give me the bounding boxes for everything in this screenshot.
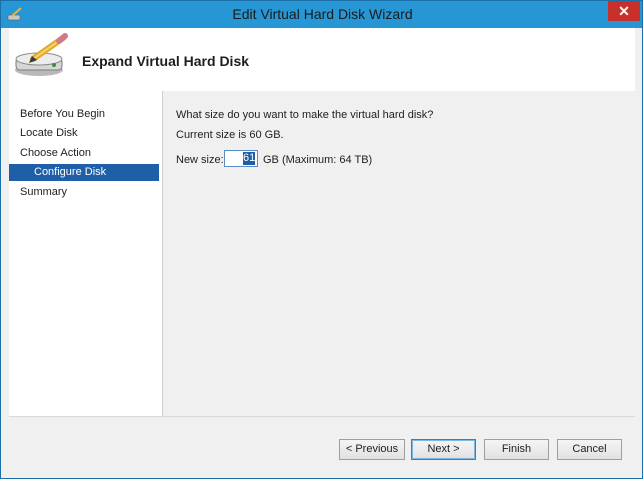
nav-item-summary[interactable]: Summary — [9, 184, 159, 201]
nav-item-label: Locate Disk — [20, 127, 78, 139]
window-title: Edit Virtual Hard Disk Wizard — [232, 6, 413, 22]
cancel-button[interactable]: Cancel — [557, 439, 622, 460]
nav-item-label: Configure Disk — [34, 166, 107, 178]
new-size-unit: GB (Maximum: 64 TB) — [263, 154, 373, 166]
nav-item-configure-disk[interactable]: Configure Disk — [9, 164, 159, 181]
previous-button[interactable]: < Previous — [339, 439, 405, 460]
disk-pencil-icon — [15, 33, 68, 76]
title-bar[interactable]: Edit Virtual Hard Disk Wizard ✕ — [1, 1, 642, 28]
finish-button[interactable]: Finish — [484, 439, 549, 460]
size-question: What size do you want to make the virtua… — [176, 109, 434, 121]
wizard-window: Edit Virtual Hard Disk Wizard ✕ Expand V… — [0, 0, 643, 479]
nav-item-choose-action[interactable]: Choose Action — [9, 145, 159, 162]
nav-item-label: Choose Action — [20, 147, 91, 159]
new-size-label: New size: — [176, 154, 224, 166]
wizard-header: Expand Virtual Hard Disk — [9, 28, 635, 92]
configure-disk-panel: What size do you want to make the virtua… — [163, 91, 635, 416]
next-button[interactable]: Next > — [411, 439, 476, 460]
wizard-footer: < Previous Next > Finish Cancel — [9, 416, 635, 477]
wizard-steps-nav: Before You Begin Locate Disk Choose Acti… — [9, 91, 163, 416]
nav-item-before-you-begin[interactable]: Before You Begin — [9, 106, 159, 123]
page-title: Expand Virtual Hard Disk — [82, 53, 250, 69]
close-button[interactable]: ✕ — [608, 1, 640, 21]
nav-item-label: Summary — [20, 186, 68, 198]
new-size-input[interactable] — [224, 150, 258, 167]
nav-item-locate-disk[interactable]: Locate Disk — [9, 125, 159, 142]
nav-item-label: Before You Begin — [20, 108, 106, 120]
current-size-text: Current size is 60 GB. — [176, 129, 284, 141]
